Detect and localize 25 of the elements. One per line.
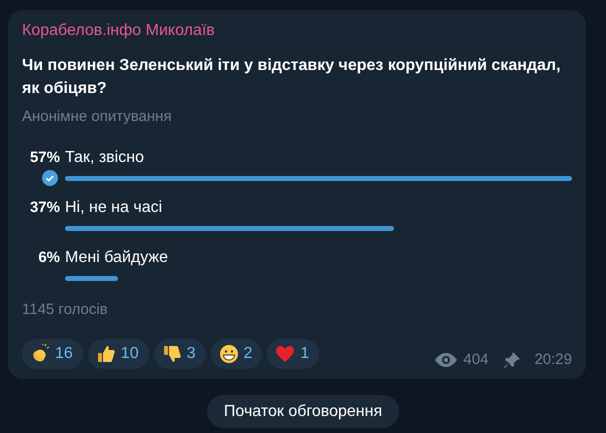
- option-label: Ні, не на часі: [65, 198, 162, 218]
- result-bar: [65, 276, 118, 280]
- reaction-chip[interactable]: 10: [88, 339, 149, 369]
- thumbs-down-icon: [162, 344, 182, 364]
- grinning-face-icon: [218, 344, 238, 364]
- pin-icon: [504, 352, 520, 368]
- channel-name[interactable]: Корабелов.інфо Миколаїв: [22, 20, 215, 42]
- option-label: Так, звісно: [65, 148, 144, 168]
- eye-icon: [435, 352, 458, 367]
- reaction-chip[interactable]: 2: [210, 339, 262, 369]
- reaction-chip[interactable]: 1: [267, 339, 320, 369]
- reaction-chip[interactable]: 16: [22, 339, 83, 369]
- vote-count: 1145 голосів: [22, 300, 108, 320]
- view-count: 404: [463, 350, 488, 370]
- discussion-button[interactable]: Початок обговорення: [206, 395, 400, 428]
- heart-icon: [275, 344, 296, 364]
- option-percent: 37%: [28, 198, 60, 218]
- option-label: Мені байдуже: [65, 248, 168, 268]
- option-percent: 6%: [37, 248, 60, 268]
- option-percent: 57%: [28, 148, 60, 168]
- poll-question: Чи повинен Зеленський іти у відставку через корупційний скандал, як обіцяв?: [22, 56, 562, 99]
- message-time: 20:29: [534, 350, 572, 370]
- thumbs-up-icon: [96, 344, 116, 364]
- poll-type: Анонімне опитування: [22, 107, 172, 127]
- reaction-chip[interactable]: 3: [154, 339, 206, 369]
